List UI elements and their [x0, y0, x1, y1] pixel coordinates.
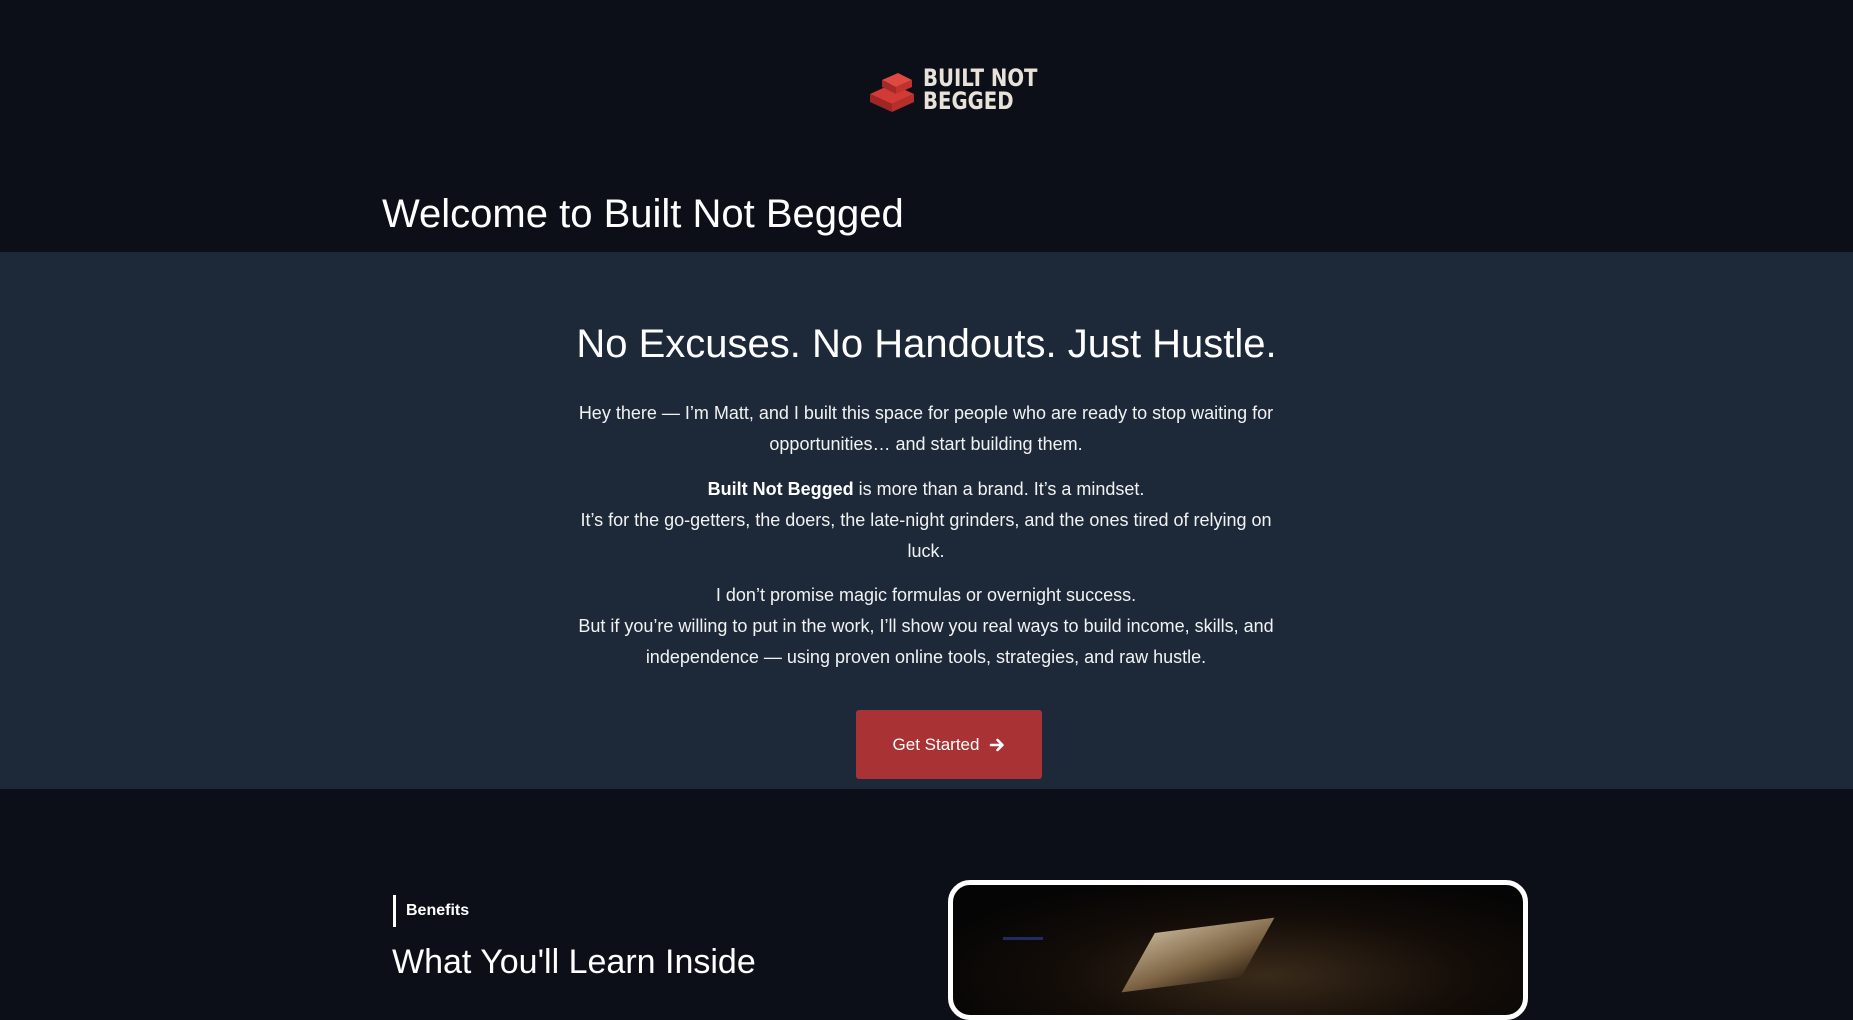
image-highlight	[1003, 937, 1043, 940]
hero-section: No Excuses. No Handouts. Just Hustle. He…	[0, 252, 1853, 789]
page-title: Welcome to Built Not Begged	[382, 192, 904, 236]
hero-promise-paragraph: I don’t promise magic formulas or overni…	[576, 580, 1276, 673]
arrow-right-icon	[990, 738, 1005, 751]
promise-line-1: I don’t promise magic formulas or overni…	[715, 585, 1137, 605]
hero-mindset-paragraph: Built Not Begged is more than a brand. I…	[576, 474, 1276, 567]
benefits-title: What You'll Learn Inside	[392, 943, 756, 981]
get-started-label: Get Started	[892, 734, 980, 754]
get-started-button[interactable]: Get Started	[856, 710, 1042, 779]
logo-wordmark: BUILT NOT BEGGED	[923, 66, 1037, 115]
book-image-detail	[1121, 917, 1275, 993]
promise-line-2: But if you’re willing to put in the work…	[578, 616, 1274, 667]
hero-intro-paragraph: Hey there — I’m Matt, and I built this s…	[578, 403, 1274, 454]
brick-stack-icon	[870, 73, 914, 112]
benefits-image	[948, 880, 1528, 1020]
brand-logo[interactable]: BUILT NOT BEGGED	[868, 64, 1038, 120]
hero-headline: No Excuses. No Handouts. Just Hustle.	[576, 322, 1277, 366]
site-header: BUILT NOT BEGGED Welcome to Built Not Be…	[0, 0, 1853, 252]
go-getters-text: It’s for the go-getters, the doers, the …	[580, 510, 1272, 561]
benefits-eyebrow: Benefits	[393, 895, 469, 927]
mindset-text: is more than a brand. It’s a mindset.	[853, 479, 1145, 499]
brand-name-bold: Built Not Begged	[707, 479, 854, 499]
logo-line-2: BEGGED	[923, 87, 1014, 115]
